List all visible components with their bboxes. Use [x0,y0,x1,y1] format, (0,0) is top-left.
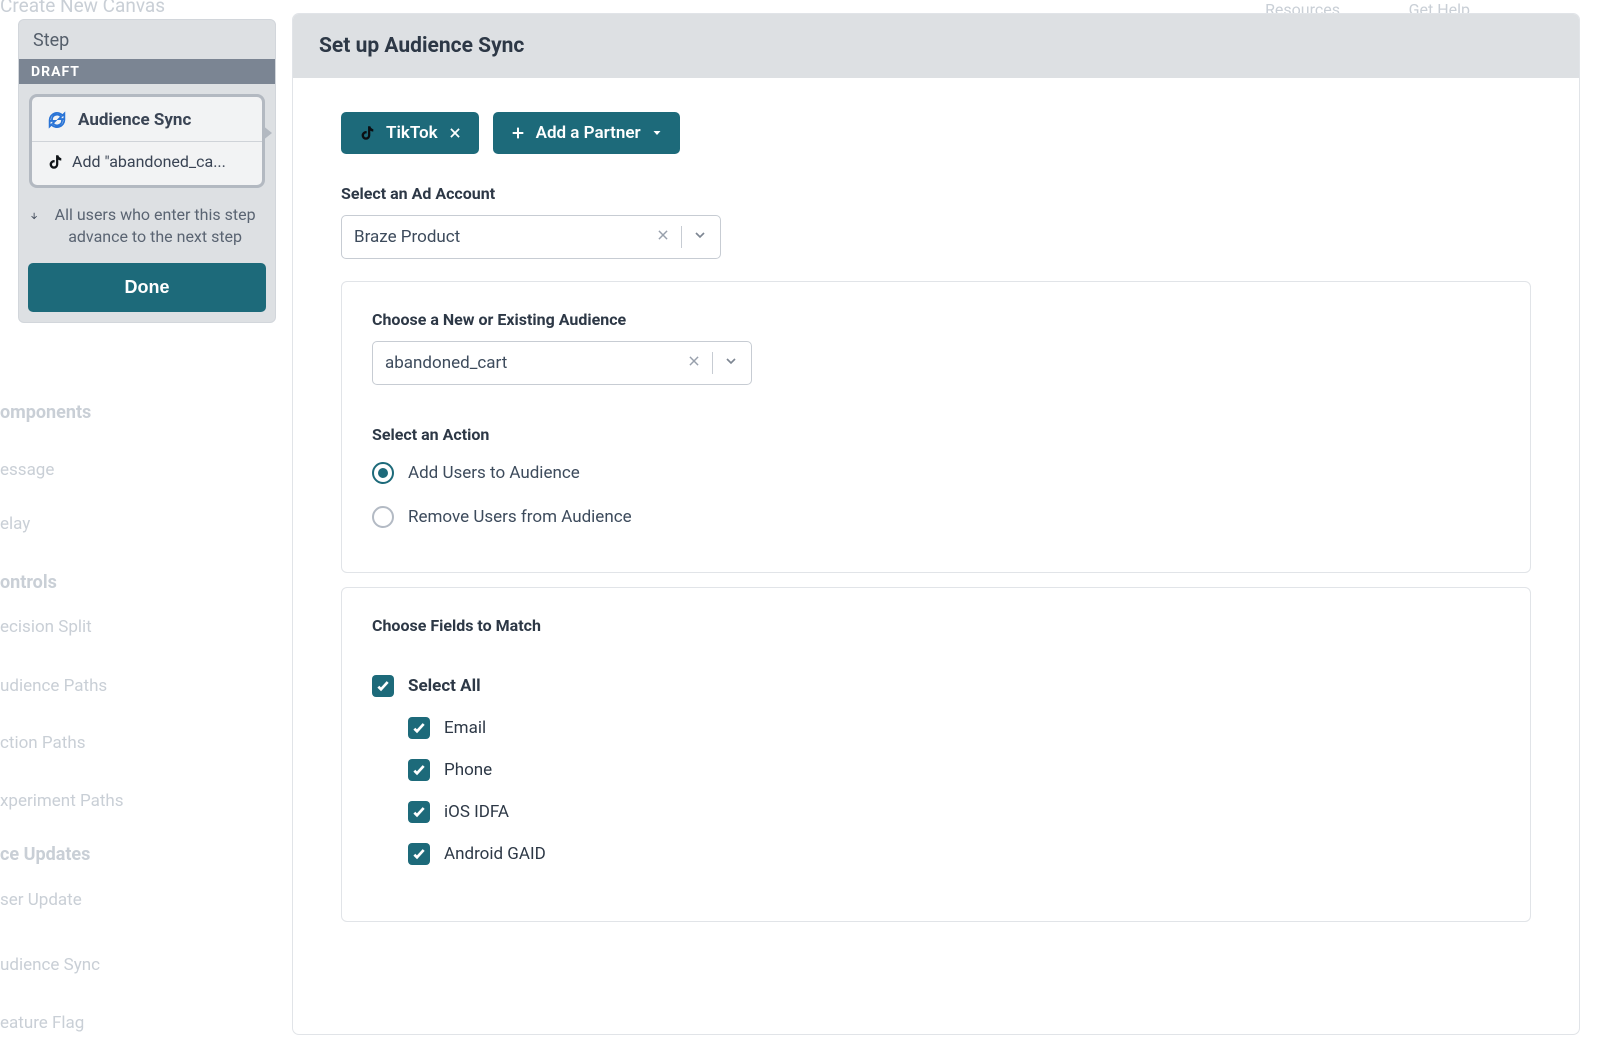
field-phone-row[interactable]: Phone [408,759,1500,781]
chevron-down-icon[interactable] [723,353,739,374]
ghost-message: essage [0,460,54,480]
tiktok-icon [358,124,376,142]
checkbox-checked-icon[interactable] [408,843,430,865]
audience-sync-icon [46,109,68,131]
radio-add-label: Add Users to Audience [408,463,580,483]
audience-action-card: Choose a New or Existing Audience abando… [341,281,1531,573]
ghost-feature-flag: eature Flag [0,1013,84,1033]
chevron-down-icon [651,127,663,139]
remove-partner-icon[interactable] [448,126,462,140]
radio-add-users[interactable]: Add Users to Audience [372,462,1500,484]
ghost-components: omponents [0,402,91,423]
ad-account-label: Select an Ad Account [341,184,1531,203]
field-gaid-label: Android GAID [444,844,546,864]
step-card[interactable]: Audience Sync Add "abandoned_ca... [29,94,265,188]
step-card-subtitle-row: Add "abandoned_ca... [32,142,262,185]
arrow-down-icon [29,206,39,224]
field-email-row[interactable]: Email [408,717,1500,739]
ghost-decision-split: ecision Split [0,617,92,637]
audience-select[interactable]: abandoned_cart [372,341,752,385]
radio-icon-checked [372,462,394,484]
chevron-down-icon[interactable] [692,227,708,248]
choose-audience-label: Choose a New or Existing Audience [372,310,1500,329]
field-phone-label: Phone [444,760,492,780]
ghost-experiment-paths: xperiment Paths [0,791,124,811]
advance-note: All users who enter this step advance to… [19,198,275,263]
checkbox-checked-icon[interactable] [408,801,430,823]
audience-value: abandoned_cart [385,353,684,373]
ghost-controls: ontrols [0,572,57,593]
radio-remove-users[interactable]: Remove Users from Audience [372,506,1500,528]
select-all-label: Select All [408,676,481,696]
step-card-title-row: Audience Sync [32,97,262,142]
advance-text: All users who enter this step advance to… [47,204,263,247]
ghost-updates: ce Updates [0,844,90,865]
step-panel: Step DRAFT Audience Sync Add "abandoned_… [18,19,276,323]
ghost-create-canvas: Create New Canvas [0,0,165,17]
clear-icon[interactable] [653,227,673,247]
checkbox-checked-icon[interactable] [372,675,394,697]
ghost-action-paths: ction Paths [0,733,85,753]
select-all-row[interactable]: Select All [372,675,1500,697]
select-action-label: Select an Action [372,425,1500,444]
step-header: Step [19,20,275,59]
ad-account-value: Braze Product [354,227,653,247]
tiktok-icon [46,153,64,171]
draft-badge: DRAFT [19,59,275,84]
checkbox-checked-icon[interactable] [408,759,430,781]
ghost-user-update: ser Update [0,890,82,910]
checkbox-checked-icon[interactable] [408,717,430,739]
clear-icon[interactable] [684,353,704,373]
field-gaid-row[interactable]: Android GAID [408,843,1500,865]
radio-remove-label: Remove Users from Audience [408,507,632,527]
ghost-audience-paths: udience Paths [0,676,107,696]
done-button[interactable]: Done [28,263,266,312]
field-email-label: Email [444,718,486,738]
ad-account-select[interactable]: Braze Product [341,215,721,259]
main-panel: Set up Audience Sync TikTok Add a Partne… [292,13,1580,1035]
field-idfa-label: iOS IDFA [444,802,509,822]
step-card-subtitle: Add "abandoned_ca... [72,152,226,171]
choose-fields-label: Choose Fields to Match [372,616,1500,635]
radio-icon-unchecked [372,506,394,528]
field-idfa-row[interactable]: iOS IDFA [408,801,1500,823]
step-card-title: Audience Sync [78,110,191,130]
fields-card: Choose Fields to Match Select All Email … [341,587,1531,922]
divider [681,226,682,248]
add-partner-label: Add a Partner [536,123,641,143]
partner-chip-tiktok[interactable]: TikTok [341,112,479,154]
add-partner-button[interactable]: Add a Partner [493,112,680,154]
ghost-delay: elay [0,514,30,534]
divider [712,352,713,374]
partner-chip-label: TikTok [386,123,438,143]
plus-icon [510,125,526,141]
ghost-audience-sync: udience Sync [0,955,100,975]
page-title: Set up Audience Sync [293,14,1579,78]
